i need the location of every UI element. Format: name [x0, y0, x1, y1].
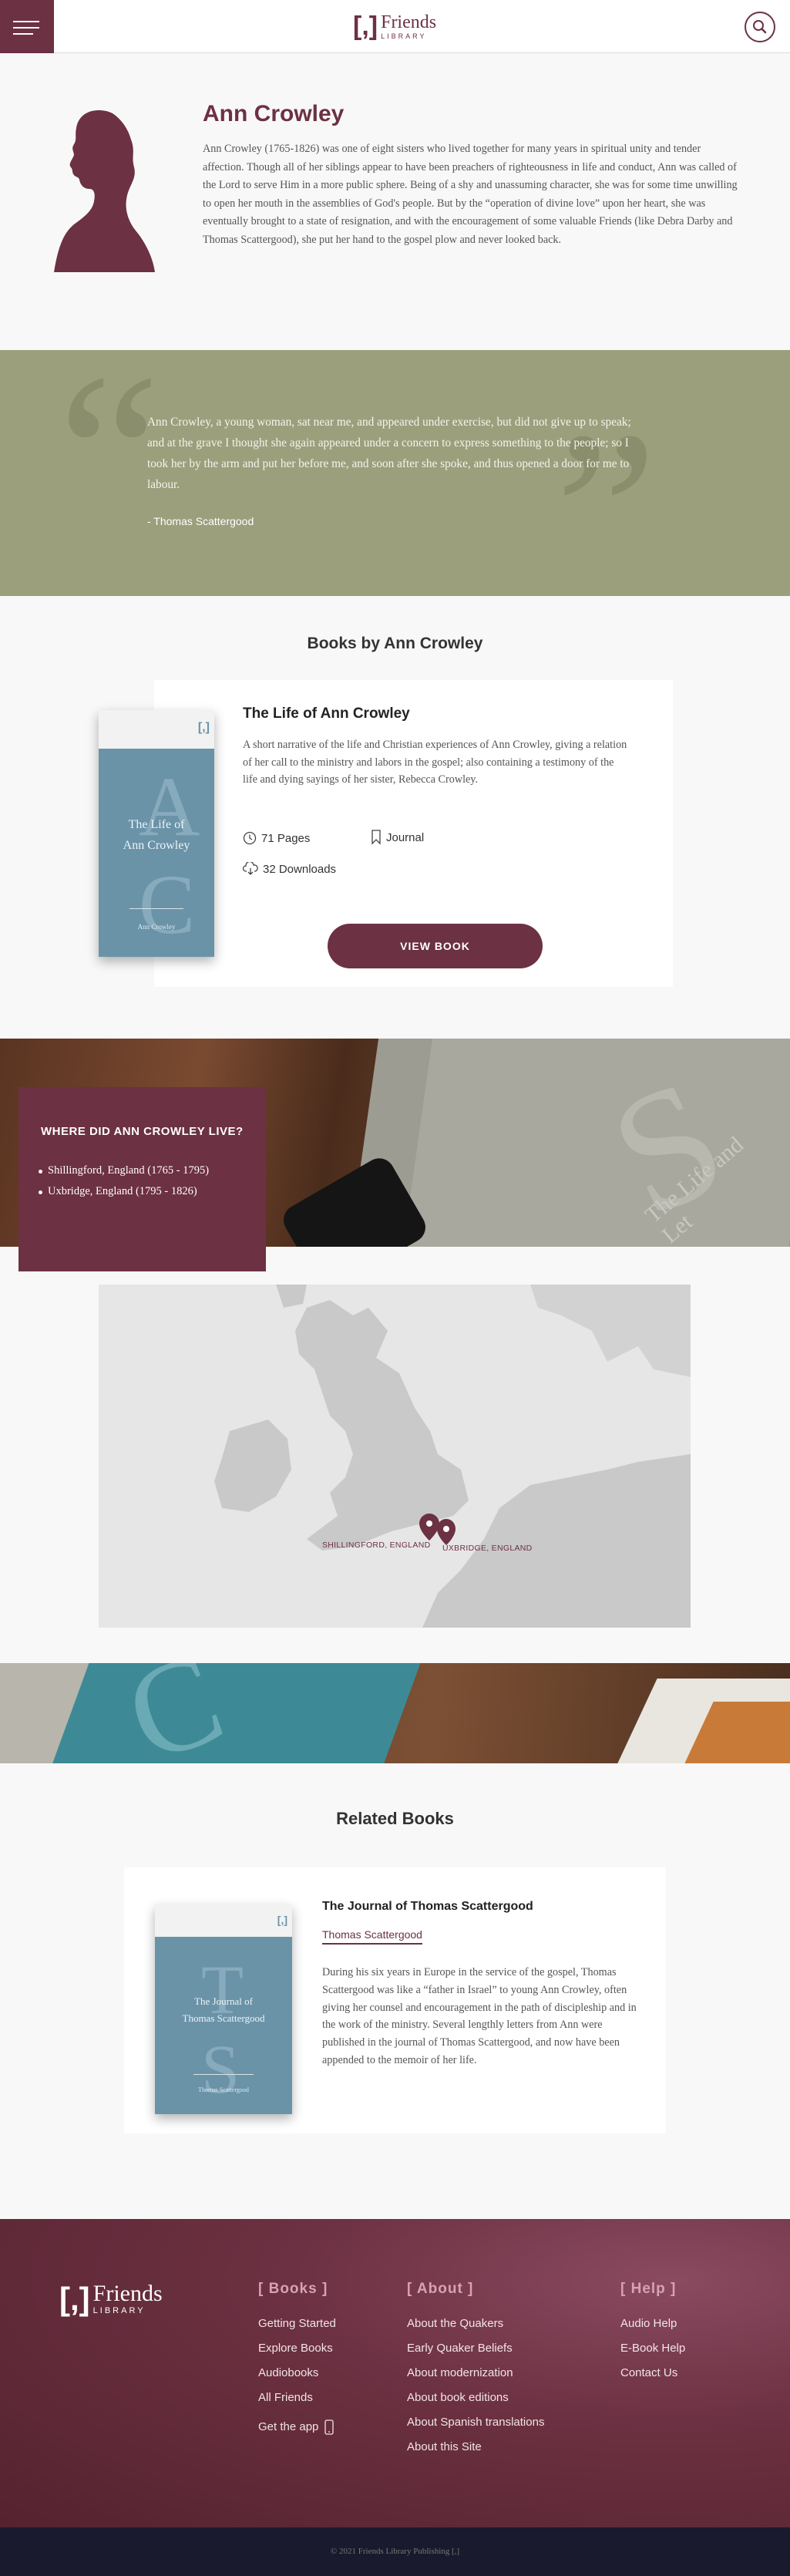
footer-heading-about: [ About ] — [407, 2281, 474, 2297]
footer-link[interactable]: E-Book Help — [620, 2341, 685, 2366]
cover-badge: [,] — [277, 1914, 287, 1926]
locations-title: WHERE DID ANN CROWLEY LIVE? — [41, 1125, 244, 1138]
book-cover[interactable]: [,] A C The Life of Ann Crowley Ann Crow… — [99, 710, 214, 957]
author-silhouette — [54, 110, 155, 272]
footer-link[interactable]: Getting Started — [258, 2316, 336, 2341]
search-icon — [753, 20, 767, 34]
phone-icon — [324, 2419, 334, 2435]
map-pin-uxbridge[interactable] — [437, 1519, 456, 1545]
cover-title-2: Ann Crowley — [123, 839, 190, 852]
location-item: Shillingford, England (1765 - 1795) — [38, 1164, 210, 1177]
footer-about-list: About the Quakers Early Quaker Beliefs A… — [407, 2316, 544, 2464]
hamburger-icon — [13, 21, 39, 22]
locations-list: Shillingford, England (1765 - 1795) Uxbr… — [38, 1164, 210, 1206]
related-book-description: During his six years in Europe in the se… — [322, 1966, 637, 2066]
quote-attribution: - Thomas Scattergood — [147, 515, 254, 527]
copyright-text: © 2021 Friends Library Publishing [,] — [330, 2547, 460, 2556]
related-section-title: Related Books — [336, 1809, 454, 1828]
footer-heading-help: [ Help ] — [620, 2281, 677, 2297]
book-title[interactable]: The Life of Ann Crowley — [243, 705, 410, 722]
cover-title-1: The Life of — [128, 818, 185, 831]
location-item: Uxbridge, England (1795 - 1826) — [38, 1185, 209, 1198]
footer-link[interactable]: Early Quaker Beliefs — [407, 2341, 544, 2366]
related-book-title[interactable]: The Journal of Thomas Scattergood — [322, 1900, 533, 1914]
map-graphic — [214, 1285, 691, 1628]
footer-link[interactable]: About Spanish translations — [407, 2415, 544, 2440]
hamburger-icon — [13, 33, 33, 35]
map-label-uxbridge: UXBRIDGE, ENGLAND — [442, 1544, 533, 1553]
footer-heading-books: [ Books ] — [258, 2281, 328, 2297]
cover-author: Ann Crowley — [137, 923, 176, 931]
cover-badge: [,] — [197, 721, 210, 734]
quote-text: Ann Crowley, a young woman, sat near me,… — [147, 416, 631, 491]
footer-link[interactable]: About modernization — [407, 2366, 544, 2390]
footer-link[interactable]: Explore Books — [258, 2341, 336, 2366]
footer-link-app[interactable]: Get the app — [258, 2415, 336, 2440]
related-book-cover[interactable]: [,] T S The Journal of Thomas Scattergoo… — [155, 1904, 292, 2114]
footer-link[interactable]: About book editions — [407, 2390, 544, 2415]
footer-link[interactable]: All Friends — [258, 2390, 336, 2415]
footer-link[interactable]: Audiobooks — [258, 2366, 336, 2390]
menu-button[interactable] — [0, 0, 54, 53]
book-pages: 71 Pages — [243, 831, 310, 845]
book-downloads: 32 Downloads — [243, 862, 336, 876]
footer-link[interactable]: About this Site — [407, 2440, 544, 2464]
logo-bracket: [,] — [353, 12, 378, 41]
footer-books-list: Getting Started Explore Books Audiobooks… — [258, 2316, 336, 2440]
book-type: Journal — [371, 830, 424, 845]
cover-author: Thomas Scattergood — [198, 2086, 249, 2093]
author-name: Ann Crowley — [203, 101, 345, 126]
hamburger-icon — [13, 27, 39, 29]
footer-link[interactable]: About the Quakers — [407, 2316, 544, 2341]
location-map[interactable]: SHILLINGFORD, ENGLAND UXBRIDGE, ENGLAND — [99, 1285, 691, 1628]
view-book-button[interactable]: VIEW BOOK — [328, 924, 543, 968]
author-bio: Ann Crowley (1765-1826) was one of eight… — [203, 143, 738, 246]
books-photo-banner-2: C — [0, 1663, 790, 1763]
clock-icon — [243, 831, 257, 845]
books-section-title: Books by Ann Crowley — [307, 635, 483, 652]
site-logo[interactable]: [,] Friends LIBRARY — [353, 9, 436, 43]
site-header: [,] Friends LIBRARY — [0, 0, 790, 53]
open-quote-icon: “ — [58, 350, 161, 582]
bookmark-icon — [371, 830, 381, 845]
map-pin-shillingford[interactable] — [419, 1514, 439, 1541]
book-description: A short narrative of the life and Christ… — [243, 739, 627, 786]
search-button[interactable] — [745, 12, 775, 42]
cloud-download-icon — [243, 862, 258, 875]
related-book-author-link[interactable]: Thomas Scattergood — [322, 1928, 422, 1945]
cover-title-2: Thomas Scattergood — [182, 2012, 265, 2024]
footer-link[interactable]: Audio Help — [620, 2316, 685, 2341]
logo-name: Friends — [381, 12, 437, 32]
footer-link[interactable]: Contact Us — [620, 2366, 685, 2390]
map-label-shillingford: SHILLINGFORD, ENGLAND — [322, 1541, 431, 1550]
footer-help-list: Audio Help E-Book Help Contact Us — [620, 2316, 685, 2390]
logo-sub: LIBRARY — [381, 32, 427, 40]
cover-title-1: The Journal of — [194, 1995, 253, 2007]
footer-logo[interactable]: [,] Friends LIBRARY — [59, 2282, 163, 2315]
quote-section: “ ” Ann Crowley, a young woman, sat near… — [0, 350, 790, 596]
